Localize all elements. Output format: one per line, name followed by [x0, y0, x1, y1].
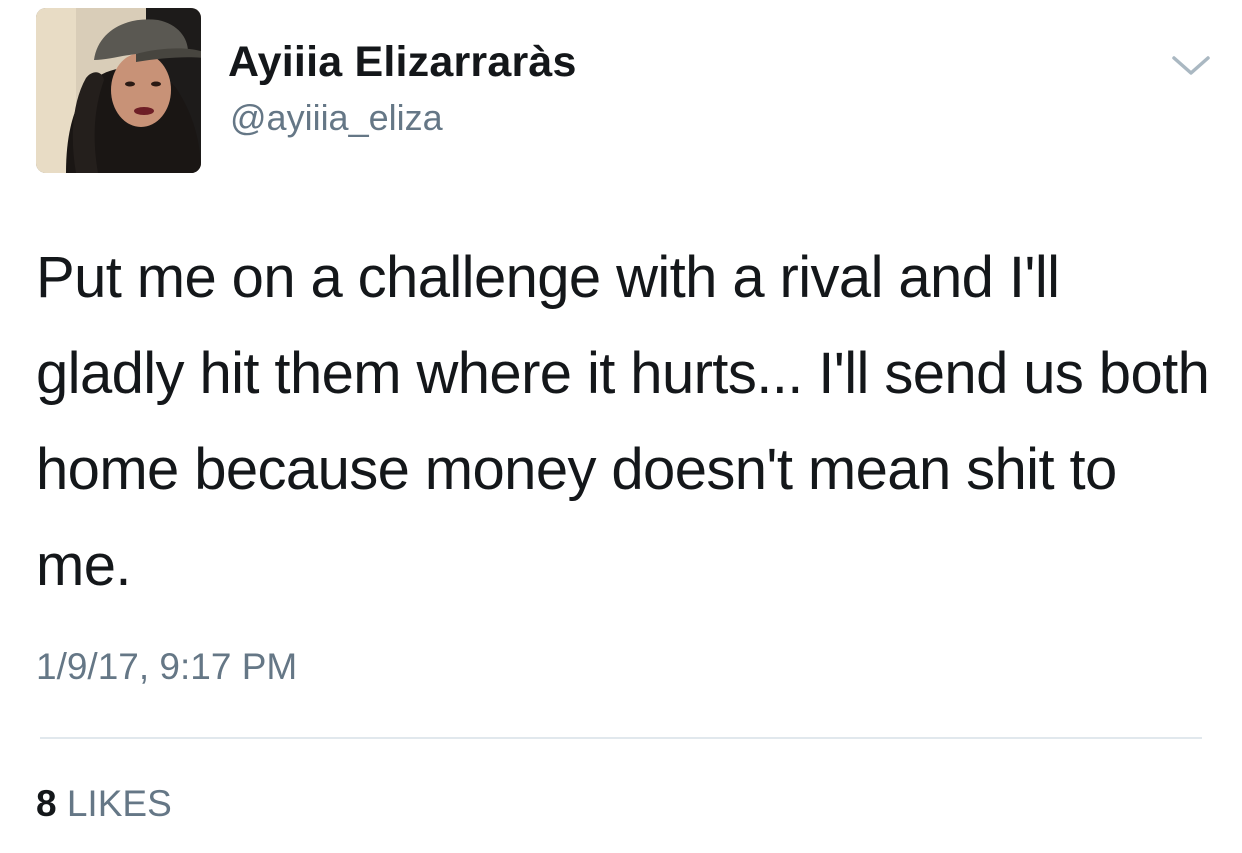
- tweet-detail: Ayiiia Elizarraràs @ayiiia_eliza Put me …: [0, 0, 1242, 853]
- avatar[interactable]: [36, 8, 201, 173]
- user-handle[interactable]: @ayiiia_eliza: [230, 97, 443, 139]
- tweet-timestamp[interactable]: 1/9/17, 9:17 PM: [36, 646, 297, 688]
- likes-stat[interactable]: 8 LIKES: [36, 783, 172, 825]
- likes-label: LIKES: [66, 783, 172, 824]
- display-name[interactable]: Ayiiia Elizarraràs: [228, 38, 577, 87]
- likes-count: 8: [36, 783, 57, 824]
- profile-photo: [36, 8, 201, 173]
- tweet-text: Put me on a challenge with a rival and I…: [36, 245, 1210, 598]
- divider: [40, 737, 1202, 739]
- chevron-down-icon[interactable]: [1170, 50, 1212, 80]
